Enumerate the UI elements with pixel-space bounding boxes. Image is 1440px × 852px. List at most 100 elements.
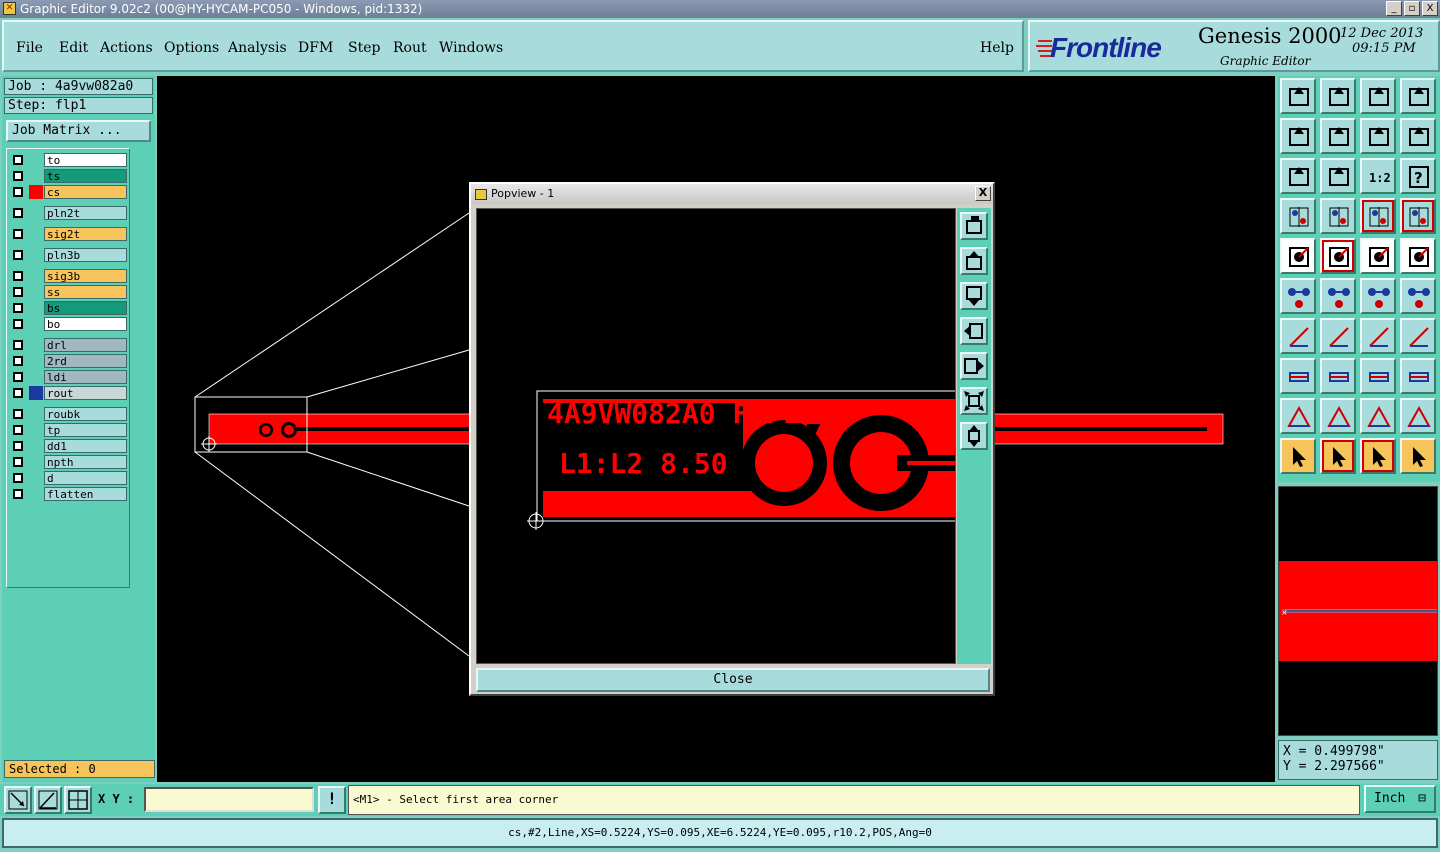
layer-row-d[interactable]: d xyxy=(9,471,129,486)
arch-cross-icon[interactable] xyxy=(1400,398,1436,434)
layer-name[interactable]: ss xyxy=(44,285,127,299)
layer-row-bo[interactable]: bo xyxy=(9,317,129,332)
layer-name[interactable]: ldi xyxy=(44,370,127,384)
layer-checkbox[interactable] xyxy=(13,457,23,467)
warning-icon[interactable]: ! xyxy=(318,786,346,814)
maximize-button[interactable]: ▫ xyxy=(1404,1,1420,16)
minimize-button[interactable]: _ xyxy=(1386,1,1402,16)
popview-canvas[interactable]: 4A9VW082A0 FLP1 L1:L2 8.50 xyxy=(476,208,956,664)
layer-checkbox[interactable] xyxy=(13,356,23,366)
layer-row-dd1[interactable]: dd1 xyxy=(9,439,129,454)
angle-icon[interactable] xyxy=(1280,318,1316,354)
add-node-icon[interactable] xyxy=(1360,278,1396,314)
layer-checkbox[interactable] xyxy=(13,229,23,239)
menu-help[interactable]: Help xyxy=(980,40,1014,56)
pan-left-button[interactable] xyxy=(960,317,988,345)
house-icon[interactable] xyxy=(1360,78,1396,114)
menu-rout[interactable]: Rout xyxy=(393,40,427,56)
move-node-icon[interactable] xyxy=(1400,278,1436,314)
xy-input[interactable] xyxy=(144,787,314,812)
line-tool-icon[interactable] xyxy=(1320,318,1356,354)
layer-name[interactable]: drl xyxy=(44,338,127,352)
fit-icon[interactable] xyxy=(1360,358,1396,394)
menu-analysis[interactable]: Analysis xyxy=(228,40,287,56)
window-left-icon[interactable] xyxy=(1280,118,1316,154)
layer-checkbox[interactable] xyxy=(13,473,23,483)
layer-row-drl[interactable]: drl xyxy=(9,338,129,353)
pointer-icon[interactable] xyxy=(1280,438,1316,474)
layer-checkbox[interactable] xyxy=(13,372,23,382)
layer-row-npth[interactable]: npth xyxy=(9,455,129,470)
zoom-out-button[interactable] xyxy=(960,422,988,450)
layer-name[interactable]: sig2t xyxy=(44,227,127,241)
select-color-icon[interactable] xyxy=(1320,238,1356,274)
layer-checkbox[interactable] xyxy=(13,409,23,419)
layer-name[interactable]: pln2t xyxy=(44,206,127,220)
layer-checkbox[interactable] xyxy=(13,208,23,218)
display-layers-alt-icon[interactable] xyxy=(1400,198,1436,234)
layer-row-ts[interactable]: ts xyxy=(9,169,129,184)
minus-icon[interactable] xyxy=(1320,358,1356,394)
mirror-icon[interactable] xyxy=(1400,318,1436,354)
menu-file[interactable]: File xyxy=(16,40,43,56)
layer-checkbox[interactable] xyxy=(13,155,23,165)
layer-row-pln3b[interactable]: pln3b xyxy=(9,248,129,263)
popview-close-button[interactable]: Close xyxy=(476,668,990,692)
pan-down-button[interactable] xyxy=(960,282,988,310)
swap-icon[interactable] xyxy=(1360,118,1396,154)
pointer-alt-icon[interactable] xyxy=(1360,438,1396,474)
menu-actions[interactable]: Actions xyxy=(100,40,153,56)
layer-checkbox[interactable] xyxy=(13,319,23,329)
layer-row-ldi[interactable]: ldi xyxy=(9,370,129,385)
window-right-icon[interactable] xyxy=(1320,118,1356,154)
split-view-icon[interactable] xyxy=(1400,78,1436,114)
layer-name[interactable]: dd1 xyxy=(44,439,127,453)
popview-titlebar[interactable]: Popview - 1 X xyxy=(471,184,993,204)
layer-name[interactable]: pln3b xyxy=(44,248,127,262)
zoom-to-fit-button[interactable] xyxy=(960,212,988,240)
measure-point-icon[interactable] xyxy=(1280,358,1316,394)
unit-selector[interactable]: Inch ⊟ xyxy=(1364,785,1436,813)
rotate-icon[interactable] xyxy=(1400,118,1436,154)
grid-icon[interactable] xyxy=(1320,198,1356,234)
layer-checkbox[interactable] xyxy=(13,303,23,313)
layer-checkbox[interactable] xyxy=(13,388,23,398)
layer-row-rout[interactable]: rout xyxy=(9,386,129,401)
snap-mode-icon[interactable] xyxy=(4,786,32,814)
layer-name[interactable]: rout xyxy=(44,386,127,400)
layer-row-pln2t[interactable]: pln2t xyxy=(9,206,129,221)
menu-windows[interactable]: Windows xyxy=(439,40,503,56)
net-icon[interactable] xyxy=(1400,438,1436,474)
angle-snap-icon[interactable] xyxy=(34,786,62,814)
layer-name[interactable]: 2rd xyxy=(44,354,127,368)
scale-12-icon[interactable]: 1:2 xyxy=(1360,158,1396,194)
layer-row-ss[interactable]: ss xyxy=(9,285,129,300)
triangle-icon[interactable] xyxy=(1280,398,1316,434)
menu-edit[interactable]: Edit xyxy=(59,40,88,56)
layer-name[interactable]: flatten xyxy=(44,487,127,501)
layer-name[interactable]: bo xyxy=(44,317,127,331)
layer-name[interactable]: sig3b xyxy=(44,269,127,283)
layer-row-sig3b[interactable]: sig3b xyxy=(9,269,129,284)
layer-checkbox[interactable] xyxy=(13,287,23,297)
layer-checkbox[interactable] xyxy=(13,489,23,499)
layer-checkbox[interactable] xyxy=(13,340,23,350)
triangle-alt-icon[interactable] xyxy=(1320,398,1356,434)
layer-checkbox[interactable] xyxy=(13,441,23,451)
arc-icon[interactable] xyxy=(1360,318,1396,354)
popview-close-x-button[interactable]: X xyxy=(975,186,991,201)
job-matrix-button[interactable]: Job Matrix ... xyxy=(6,120,151,142)
cross-icon[interactable] xyxy=(1320,278,1356,314)
display-layers-icon[interactable] xyxy=(1360,198,1396,234)
layer-row-roubk[interactable]: roubk xyxy=(9,407,129,422)
layer-name[interactable]: to xyxy=(44,153,127,167)
pan-up-button[interactable] xyxy=(960,247,988,275)
layer-row-cs[interactable]: cs xyxy=(9,185,129,200)
close-window-button[interactable]: X xyxy=(1422,1,1438,16)
pointer-box-icon[interactable] xyxy=(1320,438,1356,474)
zoom-fit-icon[interactable] xyxy=(1280,158,1316,194)
overview-minimap[interactable]: × xyxy=(1278,486,1438,736)
arch-icon[interactable] xyxy=(1360,398,1396,434)
pad-group-icon[interactable] xyxy=(1400,358,1436,394)
layer-row-to[interactable]: to xyxy=(9,153,129,168)
